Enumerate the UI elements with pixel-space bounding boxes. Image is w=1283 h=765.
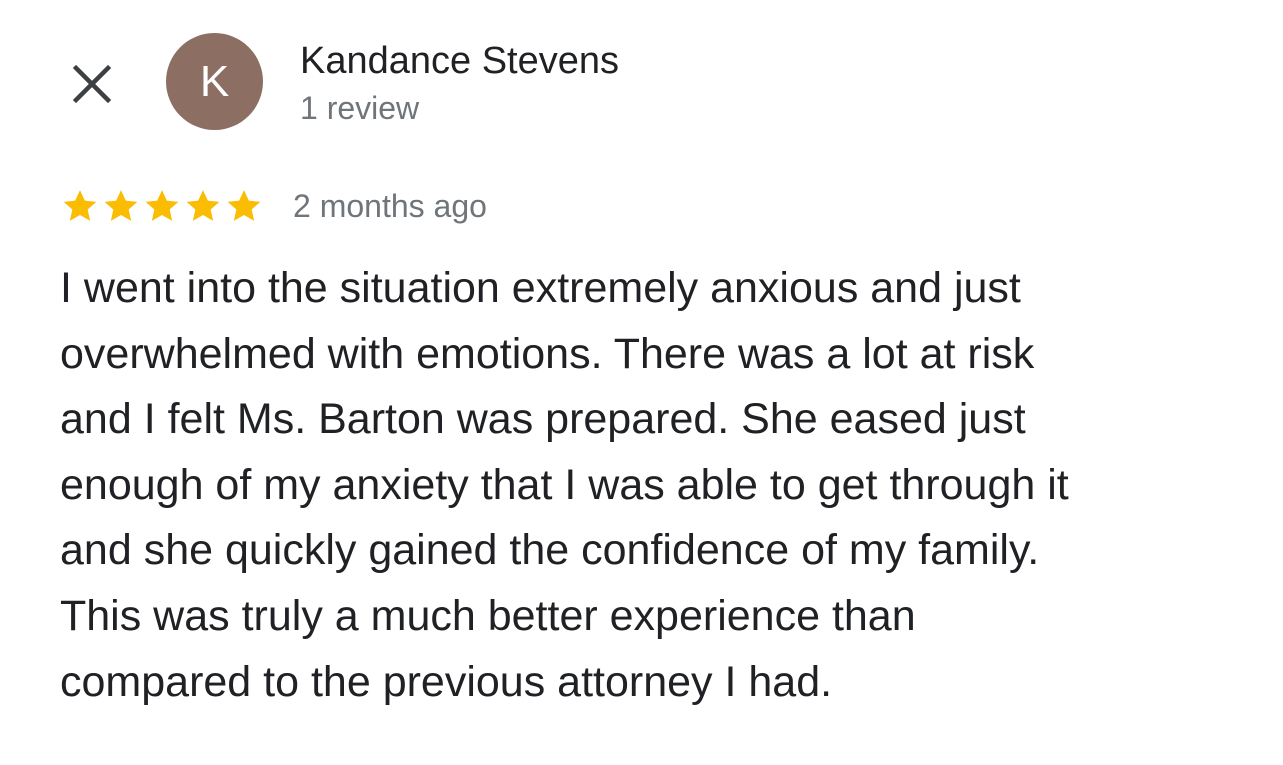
review-line: and I felt Ms. Barton was prepared. She … [60, 395, 1026, 444]
rating-row: 2 months ago [60, 178, 487, 234]
close-icon [72, 64, 112, 104]
avatar-initial: K [199, 56, 230, 106]
review-line: I went into the situation extremely anxi… [60, 264, 1021, 312]
review-line: and she quickly gained the confidence of… [60, 526, 1040, 575]
review-text: I went into the situation extremely anxi… [60, 256, 1240, 715]
star-icon [186, 190, 220, 221]
star-rating [60, 186, 265, 226]
review-line: compared to the previous attorney I had. [60, 657, 833, 706]
author-name[interactable]: Kandance Stevens [300, 38, 619, 84]
star-icon [63, 190, 97, 221]
review-line: overwhelmed with emotions. There was a l… [60, 329, 1035, 378]
star-icon [104, 190, 138, 221]
review-line: enough of my anxiety that I was able to … [60, 460, 1069, 509]
author-review-count: 1 review [300, 90, 420, 126]
close-button[interactable] [66, 58, 118, 110]
star-icon [227, 190, 261, 221]
star-icon [145, 190, 179, 221]
avatar[interactable]: K [166, 33, 263, 130]
review-date: 2 months ago [293, 188, 487, 224]
review-line: This was truly a much better experience … [60, 591, 916, 640]
